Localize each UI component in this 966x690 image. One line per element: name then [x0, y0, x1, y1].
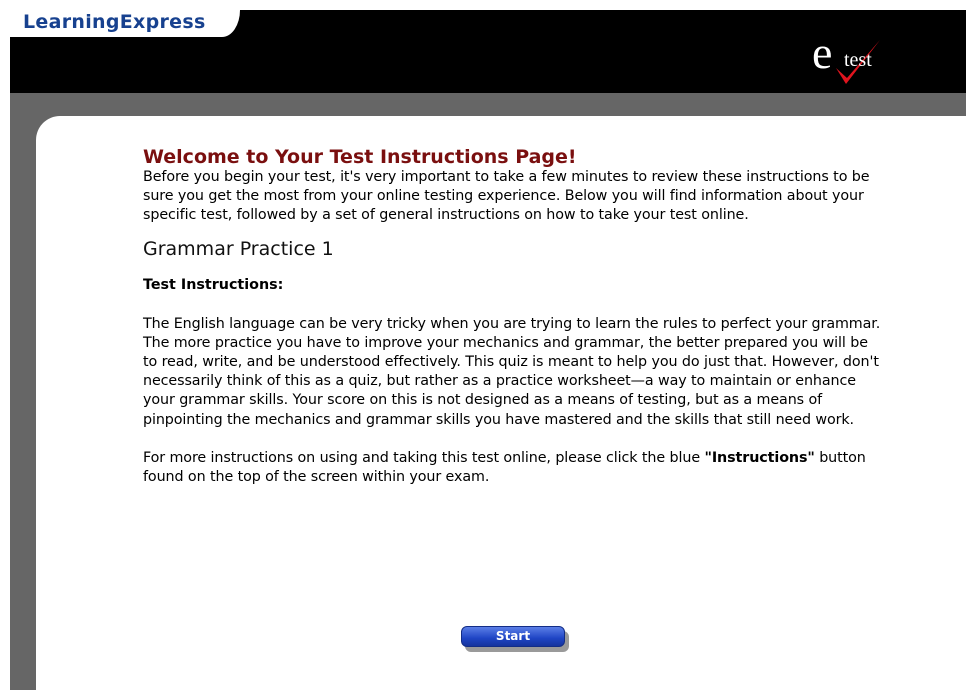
- etest-logo-e: e: [812, 28, 832, 78]
- start-button-wrap: Start: [461, 626, 569, 652]
- test-instructions-body: The English language can be very tricky …: [143, 315, 881, 428]
- start-button[interactable]: Start: [461, 626, 565, 647]
- etest-logo: e test: [812, 28, 880, 84]
- more-instructions-before: For more instructions on using and takin…: [143, 449, 705, 466]
- test-name: Grammar Practice 1: [143, 237, 334, 260]
- main-content: Welcome to Your Test Instructions Page! …: [143, 146, 883, 487]
- brand-logo: LearningExpress: [23, 11, 206, 33]
- more-instructions-text: For more instructions on using and takin…: [143, 449, 883, 487]
- etest-logo-text: test: [844, 49, 872, 71]
- brand-tab: LearningExpress: [10, 10, 240, 37]
- test-instructions-label: Test Instructions:: [143, 276, 284, 293]
- header-bar: LearningExpress e test: [10, 10, 966, 93]
- page-title: Welcome to Your Test Instructions Page!: [143, 146, 577, 168]
- intro-paragraph: Before you begin your test, it's very im…: [143, 169, 870, 224]
- instructions-keyword: "Instructions": [704, 449, 815, 466]
